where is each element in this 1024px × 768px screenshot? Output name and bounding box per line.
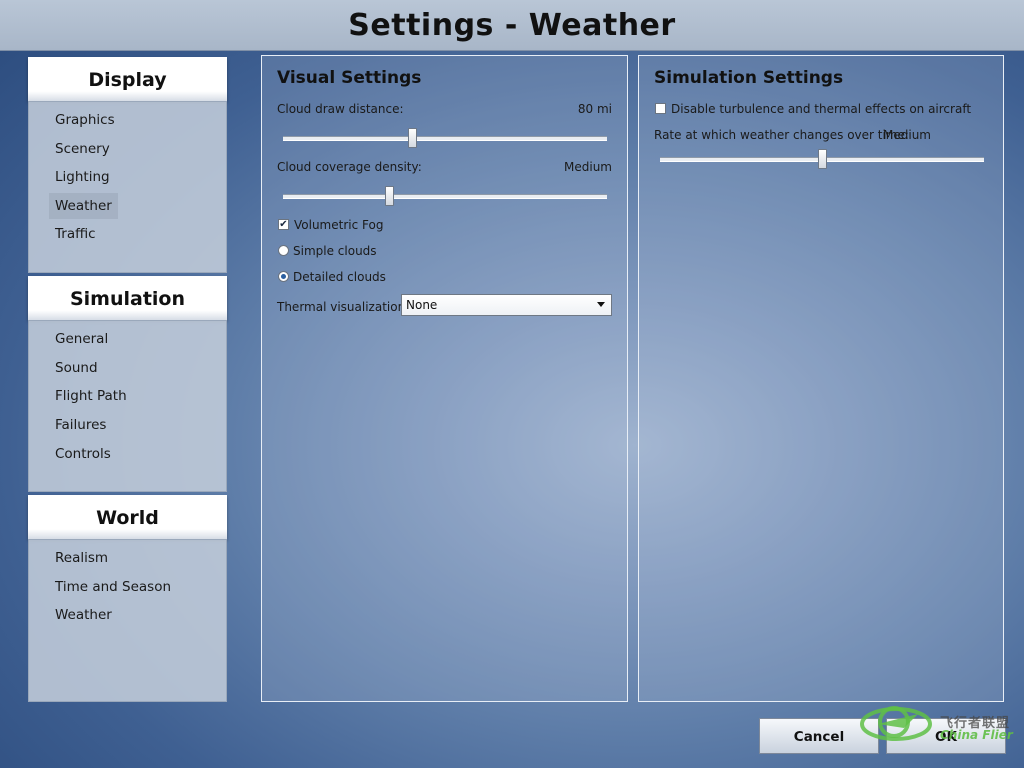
sidebar-item-flight-path[interactable]: Flight Path: [49, 383, 133, 409]
visual-settings-title: Visual Settings: [277, 68, 422, 88]
sidebar-group-simulation: General Sound Flight Path Failures Contr…: [28, 320, 227, 492]
volumetric-fog-label: Volumetric Fog: [294, 218, 384, 232]
thermal-visualization-select[interactable]: None: [401, 294, 612, 316]
china-flier-logo-icon: [860, 706, 932, 741]
simple-clouds-radio[interactable]: [278, 245, 289, 256]
cloud-draw-distance-slider-thumb[interactable]: [408, 128, 418, 148]
sidebar-item-traffic[interactable]: Traffic: [49, 221, 102, 247]
sidebar-item-graphics[interactable]: Graphics: [49, 107, 121, 133]
cloud-draw-distance-value: 80 mi: [577, 102, 612, 116]
sidebar-item-lighting[interactable]: Lighting: [49, 164, 116, 190]
thermal-visualization-label: Thermal visualization:: [277, 300, 410, 314]
sidebar-heading-world: World: [28, 495, 227, 539]
sidebar-group-display: Graphics Scenery Lighting Weather Traffi…: [28, 101, 227, 273]
cloud-coverage-density-label: Cloud coverage density:: [277, 160, 422, 174]
watermark-en-text: China Flier: [940, 728, 1013, 742]
visual-settings-panel: Visual Settings Cloud draw distance: 80 …: [261, 55, 628, 702]
simulation-settings-panel: Simulation Settings Disable turbulence a…: [638, 55, 1004, 702]
weather-change-rate-slider-thumb[interactable]: [817, 149, 827, 169]
radio-selected-dot: [281, 274, 286, 279]
sidebar-heading-display: Display: [28, 57, 227, 101]
detailed-clouds-label: Detailed clouds: [293, 270, 386, 284]
sidebar-item-controls[interactable]: Controls: [49, 441, 117, 467]
sidebar-item-time-and-season[interactable]: Time and Season: [49, 574, 177, 600]
dropdown-arrow-icon: [597, 302, 605, 307]
cloud-coverage-density-value: Medium: [564, 160, 612, 174]
sidebar-group-world: Realism Time and Season Weather: [28, 539, 227, 702]
sidebar-item-failures[interactable]: Failures: [49, 412, 112, 438]
sidebar-item-realism[interactable]: Realism: [49, 545, 114, 571]
simulation-settings-title: Simulation Settings: [654, 68, 844, 88]
weather-change-rate-label: Rate at which weather changes over time:: [654, 128, 909, 142]
simple-clouds-label: Simple clouds: [293, 244, 377, 258]
sidebar-heading-simulation: Simulation: [28, 276, 227, 320]
cloud-draw-distance-track[interactable]: [283, 136, 607, 141]
volumetric-fog-checkbox[interactable]: ✔: [278, 219, 289, 230]
cloud-coverage-density-track[interactable]: [283, 194, 607, 199]
thermal-visualization-value: None: [406, 298, 438, 312]
cloud-draw-distance-label: Cloud draw distance:: [277, 102, 404, 116]
sidebar-item-scenery[interactable]: Scenery: [49, 136, 116, 162]
disable-turbulence-label: Disable turbulence and thermal effects o…: [671, 102, 972, 116]
cloud-coverage-density-slider-thumb[interactable]: [385, 186, 395, 206]
sidebar-item-weather[interactable]: Weather: [49, 193, 118, 219]
sidebar-item-sound[interactable]: Sound: [49, 355, 104, 381]
detailed-clouds-radio[interactable]: [278, 271, 289, 282]
disable-turbulence-checkbox[interactable]: [655, 103, 666, 114]
weather-change-rate-value: Medium: [883, 128, 931, 142]
page-title: Settings - Weather: [348, 8, 676, 43]
sidebar-item-world-weather[interactable]: Weather: [49, 602, 118, 628]
sidebar-item-general[interactable]: General: [49, 326, 114, 352]
title-bar: Settings - Weather: [0, 0, 1024, 51]
